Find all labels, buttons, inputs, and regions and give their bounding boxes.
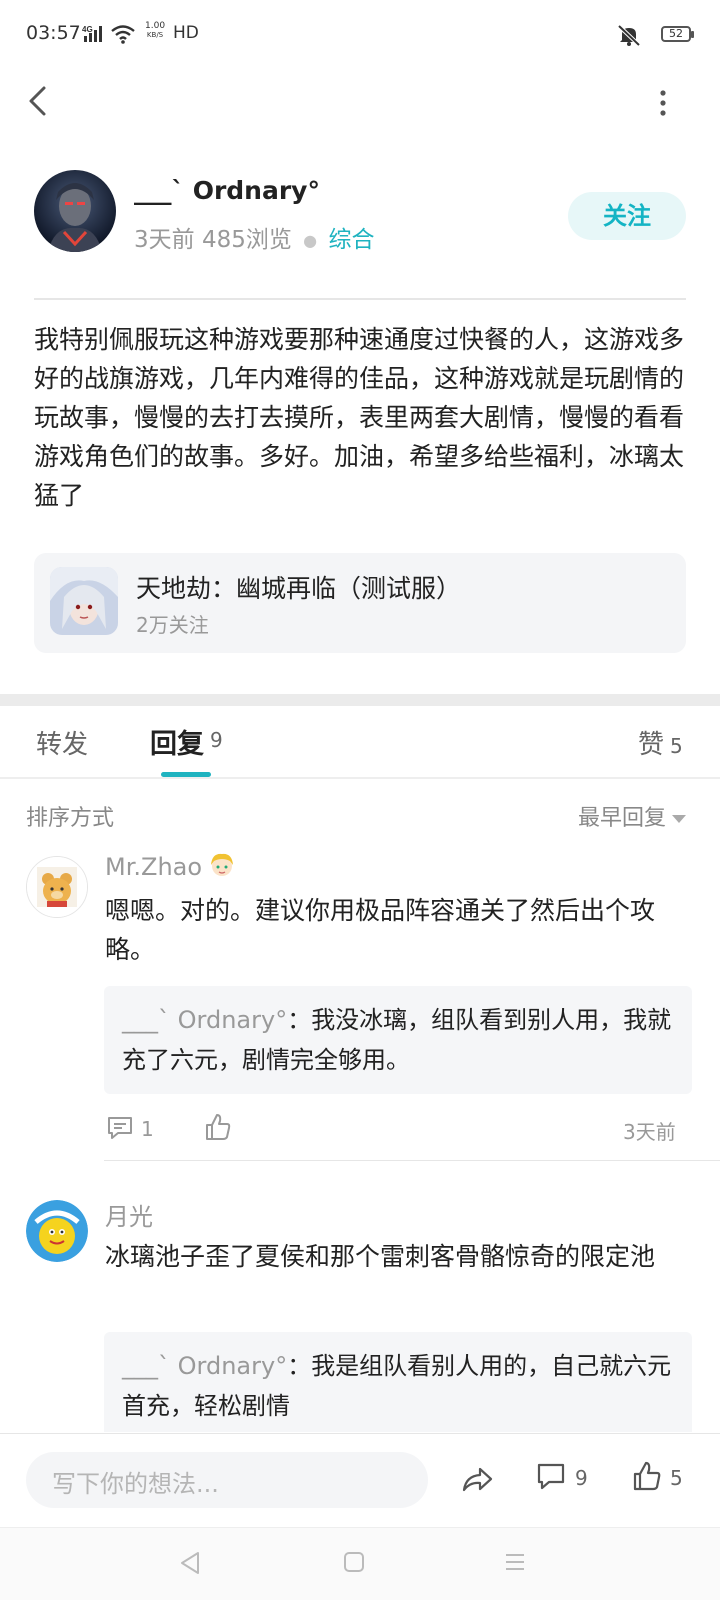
quoted-reply-author: ___ˋ Ordnary° — [122, 1352, 288, 1380]
wifi-icon — [110, 24, 136, 48]
post-time: 3天前 — [134, 227, 195, 253]
tab-divider — [0, 777, 720, 779]
hd-indicator: HD — [173, 23, 199, 43]
status-time: 03:57 — [26, 22, 81, 44]
game-title: 天地劫：幽城再临（测试服） — [136, 574, 462, 603]
quote-colon: ： — [287, 1006, 312, 1034]
reply-icon[interactable] — [106, 1114, 134, 1146]
comment-input-placeholder: 写下你的想法... — [52, 1470, 219, 1498]
share-icon[interactable] — [460, 1462, 494, 1496]
comment-item: 月光 冰璃池子歪了夏侯和那个雷刺客骨骼惊奇的限定池 ___ˋ Ordnary°：… — [0, 1180, 720, 1432]
meta-separator: ● — [303, 231, 318, 250]
tab-forward[interactable]: 转发 — [36, 724, 88, 761]
nav-back-icon[interactable] — [178, 1550, 202, 1580]
nav-home-icon[interactable] — [343, 1551, 365, 1577]
comment-text: 嗯嗯。对的。建议你用极品阵容通关了然后出个攻略。 — [105, 896, 656, 964]
commenter-name[interactable]: 月光 — [105, 1197, 153, 1232]
game-icon — [50, 567, 118, 635]
game-card[interactable]: 天地劫：幽城再临（测试服） 2万关注 — [34, 553, 686, 653]
user-badge-icon — [208, 851, 236, 883]
quoted-reply[interactable]: ___ˋ Ordnary°：我是组队看别人用的，自己就六元首充，轻松剧情 — [104, 1332, 692, 1432]
mute-icon — [616, 23, 642, 51]
sort-dropdown[interactable]: 最早回复 — [578, 800, 687, 832]
like-count: 5 — [670, 1466, 683, 1490]
divider — [34, 298, 686, 300]
post-meta: 3天前 485浏览 ● 综合 — [134, 220, 374, 254]
post-body: 我特别佩服玩这种游戏要那种速通度过快餐的人，这游戏多好的战旗游戏，几年内难得的佳… — [34, 325, 685, 510]
system-navigation-bar — [0, 1527, 720, 1600]
author-name[interactable]: ___ˋ Ordnary° — [134, 176, 320, 205]
commenter-avatar[interactable] — [26, 856, 88, 918]
cellular-signal-icon: 4G — [82, 24, 106, 48]
tab-replies[interactable]: 回复 — [150, 722, 204, 761]
battery-indicator: 52 — [661, 26, 694, 42]
thumbs-up-icon[interactable] — [204, 1112, 232, 1146]
reply-count: 1 — [141, 1117, 154, 1141]
tab-likes[interactable]: 赞5 — [638, 724, 683, 761]
comment-time: 3天前 — [623, 1120, 676, 1144]
caret-down-icon — [672, 815, 687, 823]
tab-likes-label: 赞 — [638, 730, 665, 760]
nav-menu-icon[interactable] — [504, 1551, 526, 1577]
post-category[interactable]: 综合 — [328, 227, 374, 253]
tab-likes-count: 5 — [670, 734, 683, 758]
sort-label: 排序方式 — [26, 806, 115, 831]
tab-replies-count: 9 — [210, 728, 223, 752]
more-options-icon[interactable] — [658, 88, 668, 118]
like-icon[interactable] — [632, 1460, 662, 1492]
svg-text:4G: 4G — [82, 25, 93, 34]
quoted-reply[interactable]: ___ˋ Ordnary°：我没冰璃，组队看到别人用，我就充了六元，剧情完全够用… — [104, 986, 692, 1094]
comment-divider — [104, 1160, 720, 1161]
sort-value: 最早回复 — [578, 806, 667, 831]
section-divider — [0, 694, 720, 706]
comment-input[interactable]: 写下你的想法... — [26, 1452, 428, 1508]
quoted-reply-author: ___ˋ Ordnary° — [122, 1006, 288, 1034]
quote-colon: ： — [287, 1352, 312, 1380]
comment-count: 9 — [575, 1466, 588, 1490]
status-bar: 03:57 4G 1.00 KB/S HD 52 — [0, 0, 720, 70]
follow-button[interactable]: 关注 — [568, 192, 686, 240]
commenter-avatar[interactable] — [26, 1200, 88, 1262]
comment-icon[interactable] — [536, 1461, 566, 1493]
network-speed: 1.00 KB/S — [145, 21, 166, 40]
post-views: 485浏览 — [201, 227, 292, 253]
comment-text: 冰璃池子歪了夏侯和那个雷刺客骨骼惊奇的限定池 — [105, 1242, 656, 1271]
game-followers: 2万关注 — [136, 613, 209, 637]
back-icon[interactable] — [24, 84, 54, 118]
author-avatar[interactable] — [34, 170, 116, 252]
commenter-name[interactable]: Mr.Zhao — [105, 853, 202, 881]
